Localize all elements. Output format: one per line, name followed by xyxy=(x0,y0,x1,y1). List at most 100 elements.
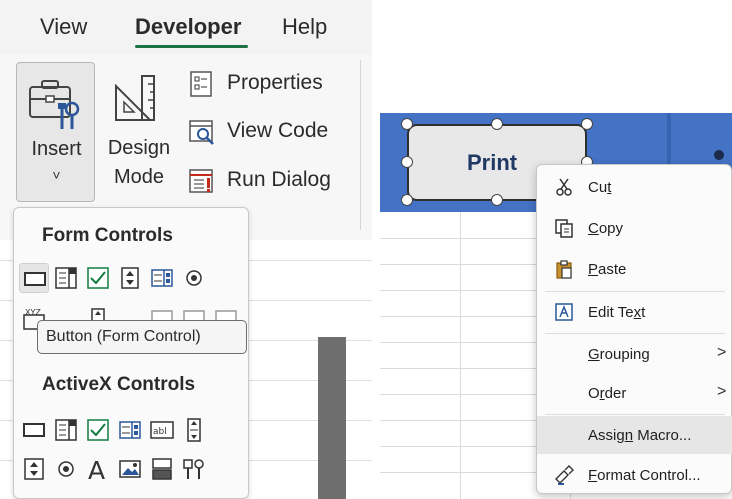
spin-button-icon xyxy=(24,458,44,480)
design-mode-button[interactable]: Design Mode xyxy=(100,62,178,202)
menu-item-label: Order xyxy=(588,385,627,402)
scroll-bar-icon xyxy=(187,418,201,442)
image-icon xyxy=(119,460,141,478)
context-menu: Cut Copy Paste Edit Text Grouping > Orde… xyxy=(536,164,732,494)
form-controls-header: Form Controls xyxy=(42,225,173,246)
menu-item-paste[interactable]: Paste xyxy=(537,250,732,288)
activex-combo-box-control[interactable] xyxy=(51,415,81,445)
activex-scroll-bar-control[interactable] xyxy=(179,415,209,445)
activex-command-button-control[interactable] xyxy=(19,415,49,445)
activex-controls-header: ActiveX Controls xyxy=(42,374,196,395)
activex-text-box-control[interactable]: abl xyxy=(147,415,177,445)
activex-label-control[interactable]: A xyxy=(83,454,113,484)
toggle-button-icon xyxy=(152,458,172,480)
form-spin-button-control[interactable] xyxy=(115,263,145,293)
text-box-icon: abl xyxy=(150,421,174,439)
ribbon-panel: View Developer Help Insert ˅ Design Mode… xyxy=(0,0,372,499)
activex-spin-button-control[interactable] xyxy=(19,454,49,484)
design-mode-label-line2: Mode xyxy=(113,166,165,188)
chevron-down-icon: ˅ xyxy=(52,167,61,183)
view-code-button[interactable]: View Code xyxy=(188,115,343,149)
activex-controls-row: abl xyxy=(19,415,247,445)
activex-check-box-control[interactable] xyxy=(83,415,113,445)
activex-controls-row: A xyxy=(19,454,247,484)
menu-item-label: Format Control... xyxy=(588,467,701,484)
paste-icon xyxy=(556,260,572,279)
menu-separator xyxy=(545,333,725,334)
cut-icon xyxy=(556,178,572,196)
ribbon-tab-strip: View Developer Help xyxy=(0,0,372,55)
group-box-glyph: XYZ xyxy=(25,308,41,317)
menu-item-order[interactable]: Order > xyxy=(537,374,732,412)
run-dialog-icon xyxy=(189,169,213,193)
cell-indicator xyxy=(714,150,724,160)
design-mode-icon xyxy=(115,75,155,121)
column-gridline xyxy=(460,212,461,499)
menu-item-label: Cut xyxy=(588,179,612,196)
menu-item-label: Copy xyxy=(588,220,624,237)
resize-handle-bottom[interactable] xyxy=(491,194,503,206)
menu-item-copy[interactable]: Copy xyxy=(537,209,732,247)
menu-item-assign-macro[interactable]: Assign Macro... xyxy=(537,416,732,454)
menu-item-label: Grouping xyxy=(588,346,650,363)
tab-developer[interactable]: Developer xyxy=(135,14,241,40)
resize-handle-top-right[interactable] xyxy=(581,118,593,130)
form-controls-row xyxy=(19,263,247,293)
insert-controls-button[interactable]: Insert ˅ xyxy=(16,62,95,202)
resize-handle-bottom-left[interactable] xyxy=(401,194,413,206)
run-dialog-label: Run Dialog xyxy=(227,168,331,191)
active-tab-indicator xyxy=(135,45,248,48)
form-option-button-control[interactable] xyxy=(179,263,209,293)
label-glyph: A xyxy=(88,457,105,481)
list-box-icon xyxy=(119,421,141,439)
properties-label: Properties xyxy=(227,71,323,94)
submenu-arrow-icon: > xyxy=(717,344,727,361)
activex-image-control[interactable] xyxy=(115,454,145,484)
worksheet-panel: Print Cut Copy Paste Edit Text Grouping … xyxy=(380,0,732,499)
run-dialog-button[interactable]: Run Dialog xyxy=(188,164,348,198)
menu-separator xyxy=(545,414,725,415)
combo-box-icon xyxy=(55,419,77,441)
format-control-icon xyxy=(555,465,574,485)
activex-option-button-control[interactable] xyxy=(51,454,81,484)
resize-handle-top[interactable] xyxy=(491,118,503,130)
insert-label: Insert xyxy=(31,138,82,160)
print-button-label: Print xyxy=(467,150,518,175)
menu-item-edit-text[interactable]: Edit Text xyxy=(537,293,732,331)
button-icon xyxy=(24,272,46,286)
design-mode-label-line1: Design xyxy=(107,137,171,159)
combo-box-icon xyxy=(55,267,77,289)
menu-item-cut[interactable]: Cut xyxy=(537,168,732,206)
view-code-icon xyxy=(189,120,214,145)
form-check-box-control[interactable] xyxy=(83,263,113,293)
resize-handle-top-left[interactable] xyxy=(401,118,413,130)
toolbox-icon xyxy=(29,80,80,129)
more-controls-icon xyxy=(183,459,204,479)
properties-button[interactable]: Properties xyxy=(188,67,338,101)
tab-help[interactable]: Help xyxy=(282,14,327,40)
properties-icon xyxy=(190,71,212,97)
command-button-icon xyxy=(23,423,45,437)
control-tooltip: Button (Form Control) xyxy=(37,320,247,354)
menu-item-label: Assign Macro... xyxy=(588,427,692,444)
form-combo-box-control[interactable] xyxy=(51,263,81,293)
activex-more-controls[interactable] xyxy=(179,454,209,484)
spin-button-icon xyxy=(121,267,139,289)
form-list-box-control[interactable] xyxy=(147,263,177,293)
menu-item-label: Edit Text xyxy=(588,304,646,321)
menu-item-grouping[interactable]: Grouping > xyxy=(537,335,732,373)
ribbon-group-divider xyxy=(360,60,361,230)
menu-separator xyxy=(545,291,725,292)
option-button-icon xyxy=(58,461,74,477)
tab-view[interactable]: View xyxy=(40,14,87,40)
menu-item-format-control[interactable]: Format Control... xyxy=(537,456,732,494)
edit-text-icon xyxy=(555,303,573,321)
check-box-icon xyxy=(87,267,109,289)
resize-handle-left[interactable] xyxy=(401,156,413,168)
activex-toggle-button-control[interactable] xyxy=(147,454,177,484)
activex-list-box-control[interactable] xyxy=(115,415,145,445)
view-code-label: View Code xyxy=(227,119,329,142)
text-box-glyph: abl xyxy=(153,427,167,437)
copy-icon xyxy=(555,219,573,238)
form-button-control[interactable] xyxy=(19,263,49,293)
